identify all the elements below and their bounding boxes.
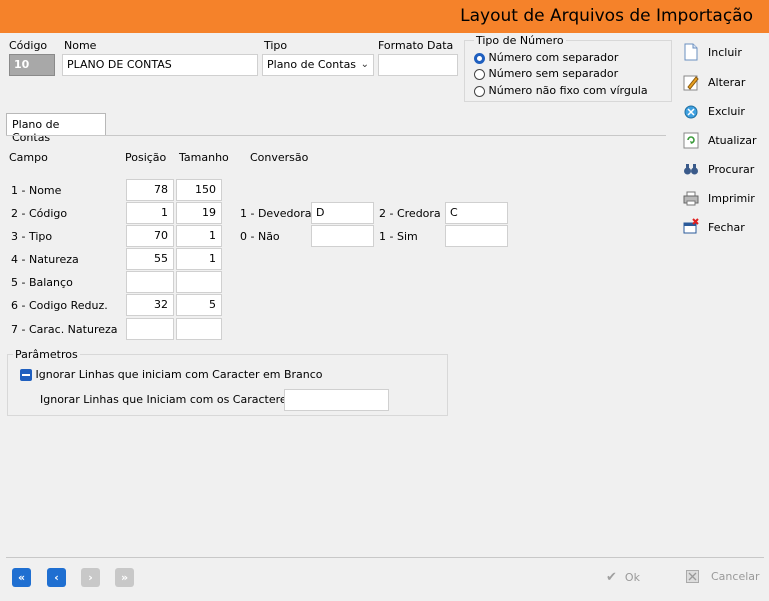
nome-label: Nome xyxy=(64,39,97,52)
radio-numero-nao-fixo[interactable]: Número não fixo com vírgula xyxy=(474,84,648,97)
fechar-button[interactable]: Fechar xyxy=(682,215,768,239)
cancelar-label: Cancelar xyxy=(711,570,760,583)
row-label-natureza: 4 - Natureza xyxy=(11,253,79,266)
tamanho-codigo-reduz-field[interactable]: 5 xyxy=(176,294,222,316)
binoculars-icon xyxy=(682,160,700,178)
ignore-blank-label: Ignorar Linhas que iniciam com Caracter … xyxy=(35,368,323,381)
row-label-carac-natureza: 7 - Carac. Natureza xyxy=(11,323,118,336)
tipo-numero-legend: Tipo de Número xyxy=(474,34,566,47)
codigo-field[interactable]: 10 xyxy=(9,54,55,76)
chevron-down-icon: ⌄ xyxy=(360,59,369,70)
incluir-label: Incluir xyxy=(708,45,742,59)
nav-first-button[interactable]: « xyxy=(12,568,31,587)
refresh-icon xyxy=(682,131,700,149)
devedora-field[interactable]: D xyxy=(311,202,374,224)
column-header-posicao: Posição xyxy=(125,151,167,164)
nav-next-button[interactable]: › xyxy=(81,568,100,587)
credora-field[interactable]: C xyxy=(445,202,508,224)
sim-label: 1 - Sim xyxy=(379,230,418,243)
atualizar-label: Atualizar xyxy=(708,133,757,147)
tipo-select[interactable]: Plano de Contas ⌄ xyxy=(262,54,374,76)
posicao-tipo-field[interactable]: 70 xyxy=(126,225,174,247)
tamanho-carac-natureza-field[interactable] xyxy=(176,318,222,340)
radio-label: Número não fixo com vírgula xyxy=(488,84,648,97)
nav-prev-button[interactable]: ‹ xyxy=(47,568,66,587)
tab-divider xyxy=(6,135,666,136)
printer-icon xyxy=(682,189,700,207)
excluir-button[interactable]: Excluir xyxy=(682,99,768,123)
checkbox-icon xyxy=(20,369,32,381)
row-label-nome: 1 - Nome xyxy=(11,184,62,197)
excluir-label: Excluir xyxy=(708,104,745,118)
formato-data-field[interactable] xyxy=(378,54,458,76)
checkmark-icon: ✔ xyxy=(606,570,617,585)
imprimir-label: Imprimir xyxy=(708,191,755,205)
procurar-button[interactable]: Procurar xyxy=(682,157,768,181)
nome-field[interactable]: PLANO DE CONTAS xyxy=(62,54,258,76)
credora-label: 2 - Credora xyxy=(379,207,441,220)
imprimir-button[interactable]: Imprimir xyxy=(682,186,768,210)
edit-icon xyxy=(682,73,700,91)
devedora-label: 1 - Devedora xyxy=(240,207,312,220)
posicao-natureza-field[interactable]: 55 xyxy=(126,248,174,270)
row-label-tipo: 3 - Tipo xyxy=(11,230,53,243)
tipo-label: Tipo xyxy=(264,39,288,52)
nav-last-button[interactable]: » xyxy=(115,568,134,587)
page-title: Layout de Arquivos de Importação xyxy=(460,6,753,26)
posicao-codigo-field[interactable]: 1 xyxy=(126,202,174,224)
procurar-label: Procurar xyxy=(708,162,755,176)
nao-label: 0 - Não xyxy=(240,230,280,243)
ok-label: Ok xyxy=(624,571,640,584)
radio-numero-sem-separador[interactable]: Número sem separador xyxy=(474,67,618,80)
tipo-select-value: Plano de Contas xyxy=(267,58,357,71)
ignore-chars-field[interactable] xyxy=(284,389,389,411)
codigo-label: Código xyxy=(9,39,48,52)
cancelar-button[interactable]: Cancelar xyxy=(686,570,760,583)
ignore-chars-label: Ignorar Linhas que Iniciam com os Caract… xyxy=(40,393,297,406)
cancel-icon xyxy=(686,570,699,583)
posicao-carac-natureza-field[interactable] xyxy=(126,318,174,340)
atualizar-button[interactable]: Atualizar xyxy=(682,128,768,152)
sim-field[interactable] xyxy=(445,225,508,247)
incluir-button[interactable]: Incluir xyxy=(682,40,768,64)
close-window-icon xyxy=(682,218,700,236)
row-label-codigo-reduz: 6 - Codigo Reduz. xyxy=(11,299,108,312)
tamanho-tipo-field[interactable]: 1 xyxy=(176,225,222,247)
delete-icon xyxy=(682,102,700,120)
footer-divider xyxy=(6,557,764,558)
tamanho-nome-field[interactable]: 150 xyxy=(176,179,222,201)
column-header-campo: Campo xyxy=(9,151,48,164)
parametros-legend: Parâmetros xyxy=(13,348,80,361)
posicao-codigo-reduz-field[interactable]: 32 xyxy=(126,294,174,316)
column-header-tamanho: Tamanho xyxy=(179,151,229,164)
tab-plano-de-contas[interactable]: Plano de Contas xyxy=(6,113,106,144)
column-header-conversao: Conversão xyxy=(250,151,309,164)
tamanho-codigo-field[interactable]: 19 xyxy=(176,202,222,224)
ignore-blank-checkbox[interactable]: Ignorar Linhas que iniciam com Caracter … xyxy=(20,368,323,381)
row-label-codigo: 2 - Código xyxy=(11,207,68,220)
radio-numero-com-separador[interactable]: Número com separador xyxy=(474,51,618,64)
ok-button[interactable]: ✔ Ok xyxy=(606,570,640,585)
alterar-label: Alterar xyxy=(708,75,746,89)
radio-label: Número sem separador xyxy=(488,67,619,80)
tamanho-balanco-field[interactable] xyxy=(176,271,222,293)
posicao-balanco-field[interactable] xyxy=(126,271,174,293)
row-label-balanco: 5 - Balanço xyxy=(11,276,73,289)
radio-label: Número com separador xyxy=(488,51,619,64)
new-document-icon xyxy=(682,43,700,61)
tamanho-natureza-field[interactable]: 1 xyxy=(176,248,222,270)
alterar-button[interactable]: Alterar xyxy=(682,70,768,94)
radio-selected-icon xyxy=(474,52,485,64)
radio-unselected-icon xyxy=(474,68,485,80)
formato-data-label: Formato Data xyxy=(378,39,454,52)
nao-field[interactable] xyxy=(311,225,374,247)
radio-unselected-icon xyxy=(474,85,485,97)
fechar-label: Fechar xyxy=(708,220,745,234)
posicao-nome-field[interactable]: 78 xyxy=(126,179,174,201)
